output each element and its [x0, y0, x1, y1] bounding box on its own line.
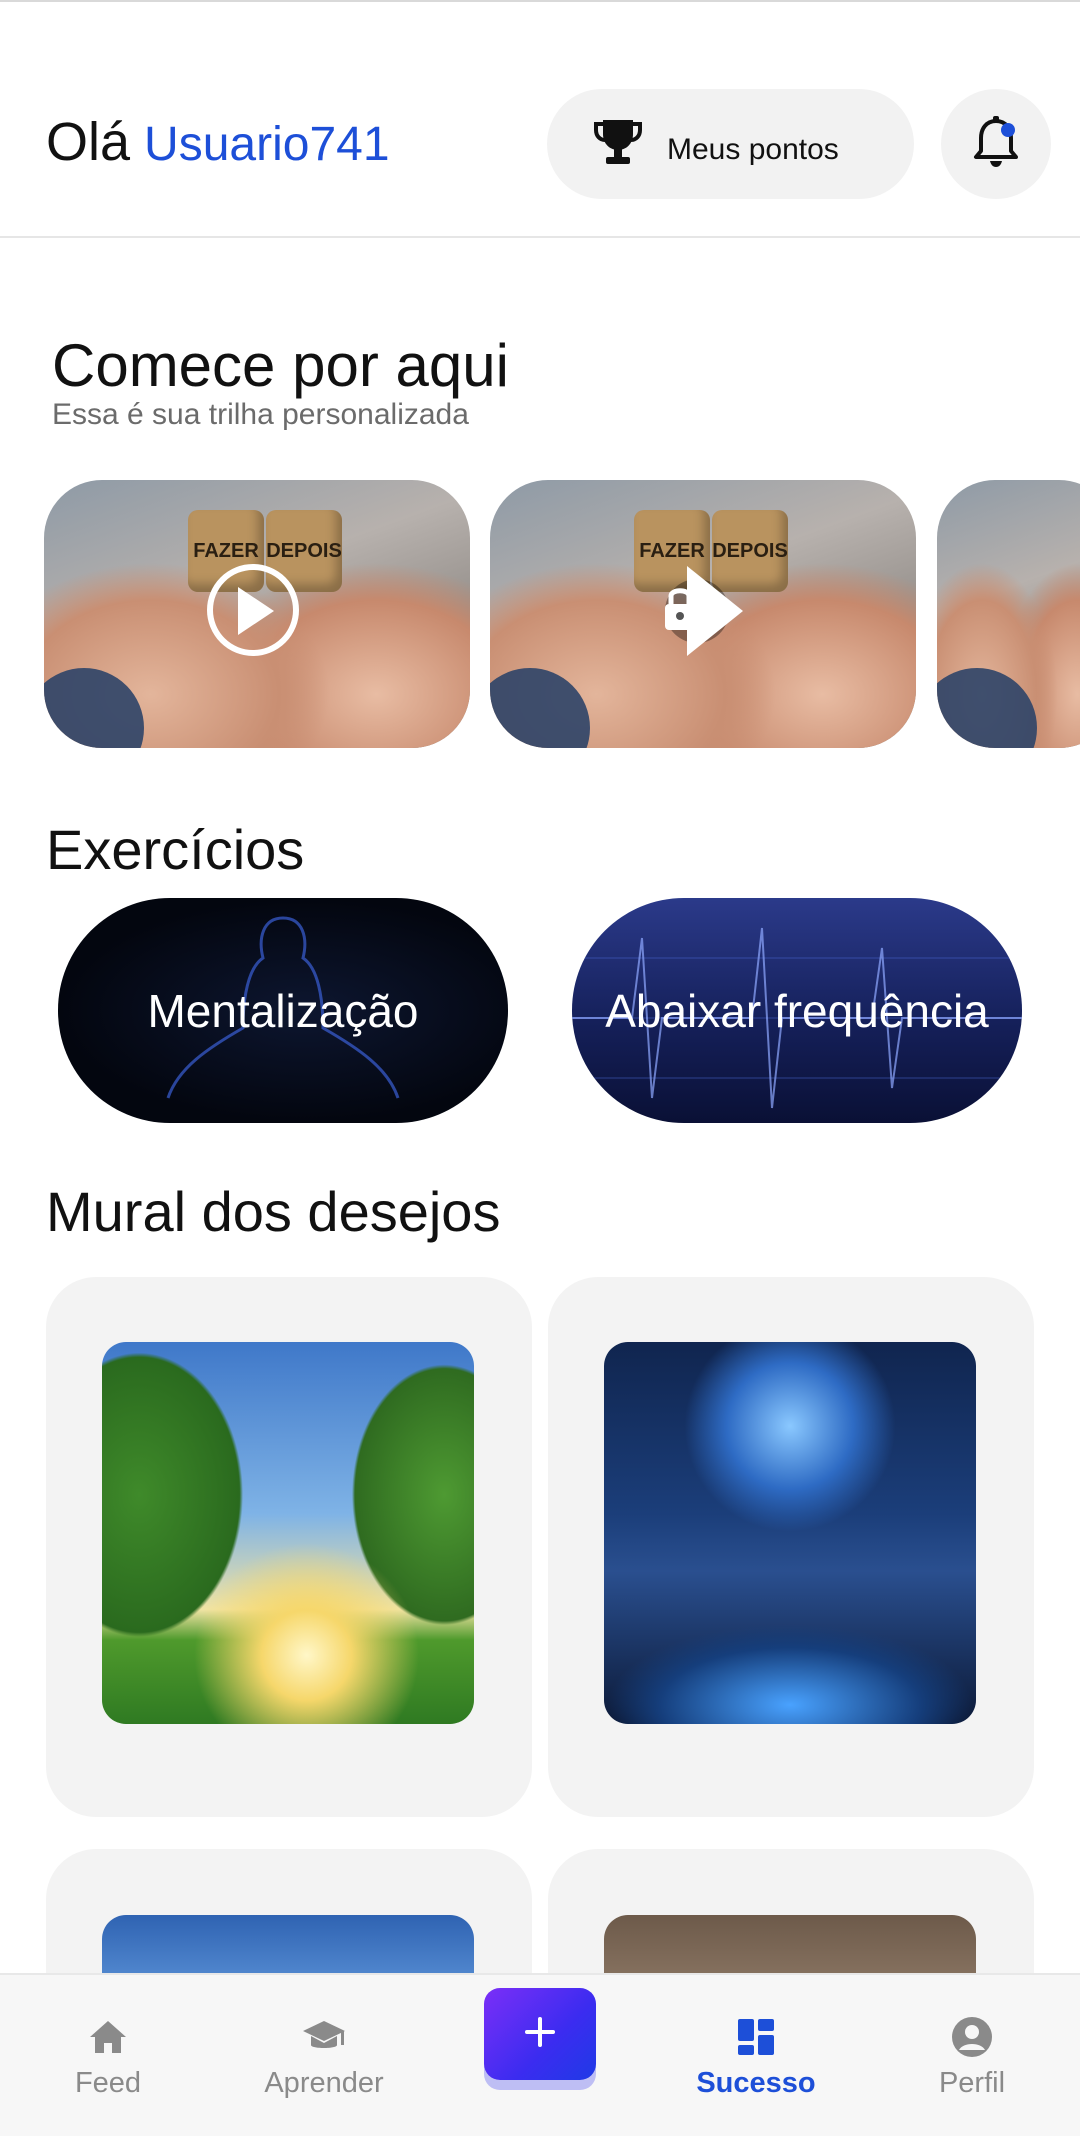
- nav-item-feed[interactable]: Feed: [48, 1975, 168, 2136]
- trail-subtitle: Essa é sua trilha personalizada: [52, 398, 469, 431]
- play-icon-triangle: [238, 587, 274, 635]
- trail-title: Comece por aqui: [52, 332, 509, 399]
- wish-image-nature: [102, 1342, 474, 1724]
- greeting: Olá Usuario741: [46, 112, 390, 175]
- nav-label: Sucesso: [696, 2067, 816, 2099]
- exercise-label: Mentalização: [147, 984, 419, 1037]
- my-points-button[interactable]: Meus pontos: [547, 89, 914, 199]
- bell-icon: [972, 115, 1020, 174]
- nav-label: Feed: [74, 2067, 142, 2099]
- trail-card[interactable]: FAZER DEPOIS: [44, 480, 470, 748]
- trail-card-locked[interactable]: FAZER DEPOIS: [490, 480, 916, 748]
- wishes-wall-title: Mural dos desejos: [46, 1180, 501, 1243]
- nav-label: Perfil: [938, 2067, 1006, 2099]
- trail-card-partial[interactable]: [937, 480, 1080, 748]
- procrastination-thumbnail: [937, 480, 1080, 748]
- my-points-label: Meus pontos: [667, 133, 839, 166]
- wish-card[interactable]: [548, 1277, 1034, 1817]
- greeting-text: Olá: [46, 112, 131, 172]
- nav-item-perfil[interactable]: Perfil: [912, 1975, 1032, 2136]
- plus-icon: [523, 2015, 557, 2054]
- graduation-cap-icon: [301, 2015, 347, 2059]
- nav-item-sucesso[interactable]: Sucesso: [686, 1975, 826, 2136]
- exercise-label: Abaixar frequência: [605, 984, 989, 1037]
- wish-card[interactable]: [46, 1277, 532, 1817]
- home-icon: [88, 2015, 128, 2059]
- nav-item-aprender[interactable]: Aprender: [254, 1975, 394, 2136]
- add-button[interactable]: [484, 1988, 596, 2080]
- notifications-button[interactable]: [941, 89, 1051, 199]
- wish-image-technology: [604, 1342, 976, 1724]
- notification-badge: [1001, 123, 1015, 137]
- nav-label: Aprender: [264, 2067, 384, 2099]
- profile-icon: [951, 2015, 993, 2059]
- dashboard-icon: [736, 2015, 776, 2059]
- username: Usuario741: [144, 118, 390, 171]
- locked-play-icon: [665, 566, 743, 656]
- top-header: Olá Usuario741 Meus pontos: [0, 0, 1080, 238]
- trophy-icon: [593, 116, 643, 173]
- exercises-title: Exercícios: [46, 818, 305, 881]
- exercise-abaixar-frequencia[interactable]: Abaixar frequência: [572, 898, 1022, 1123]
- exercise-mentalizacao[interactable]: Mentalização: [58, 898, 508, 1123]
